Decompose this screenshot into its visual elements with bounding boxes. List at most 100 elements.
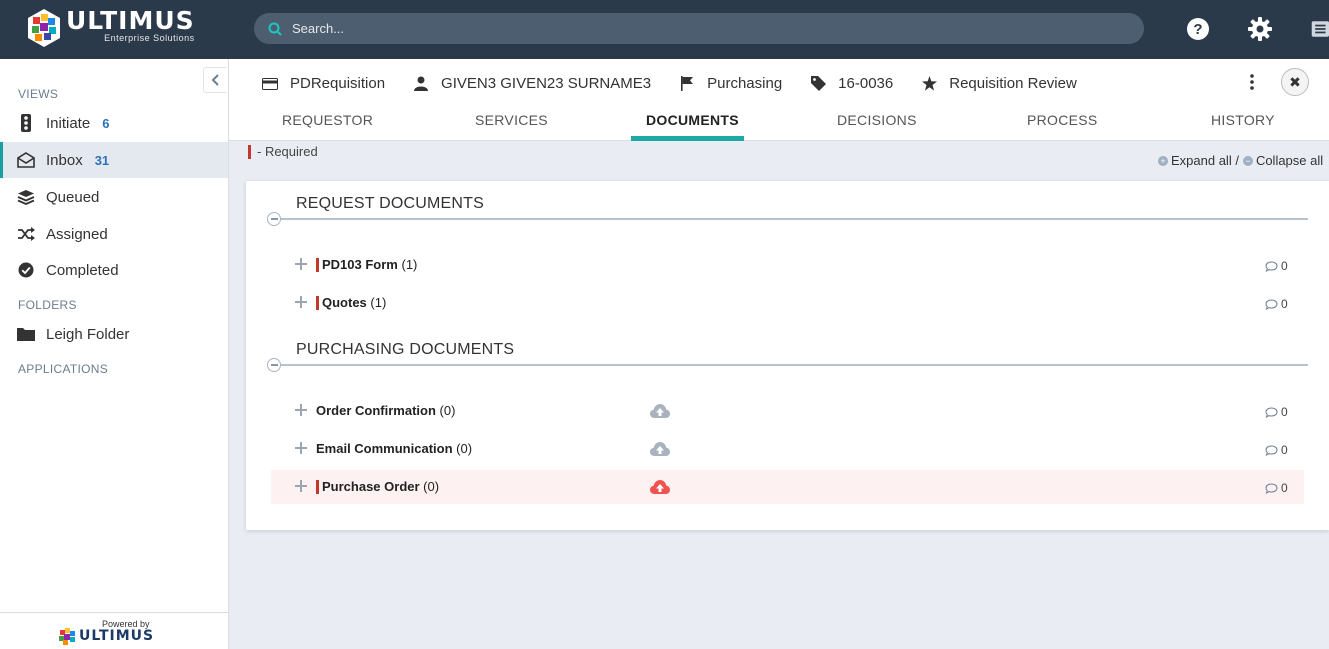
expand-plus-icon[interactable] — [295, 258, 307, 270]
document-count: (1) — [401, 257, 418, 272]
menu-icon[interactable] — [1310, 16, 1329, 42]
document-row-pd103-form[interactable]: PD103 Form (1) 0 — [271, 248, 1304, 282]
sidebar-footer: Powered by ULTIMUS — [0, 612, 228, 649]
cloud-upload-icon[interactable] — [649, 402, 671, 420]
flag-icon — [679, 76, 695, 92]
ultimus-cube-icon — [28, 9, 60, 47]
star-icon — [921, 76, 937, 92]
ultimus-logo[interactable]: ULTIMUS Enterprise Solutions — [26, 8, 195, 48]
applications-section-title: APPLICATIONS — [18, 362, 109, 376]
footer-ultimus-logo: ULTIMUS — [58, 627, 154, 645]
tab-requestor[interactable]: REQUESTOR — [282, 112, 373, 128]
more-options-icon[interactable] — [1242, 71, 1262, 93]
sidebar-item-leigh-folder[interactable]: Leigh Folder — [0, 316, 228, 352]
tab-history[interactable]: HISTORY — [1211, 112, 1275, 128]
ultimus-cube-icon — [59, 628, 75, 645]
process-info: PDRequisition — [262, 75, 385, 92]
card-icon — [262, 76, 278, 92]
sidebar-item-queued[interactable]: Queued — [0, 179, 228, 215]
sidebar-item-completed[interactable]: Completed — [0, 252, 228, 288]
folders-section-title: FOLDERS — [18, 298, 77, 312]
document-name: Email Communication — [316, 441, 453, 456]
logo-name: ULTIMUS — [66, 6, 195, 35]
document-row-email-communication[interactable]: Email Communication (0) 0 — [271, 432, 1304, 466]
user-icon — [413, 76, 429, 92]
sidebar-item-inbox[interactable]: Inbox 31 — [0, 142, 228, 178]
tab-decisions[interactable]: DECISIONS — [837, 112, 917, 128]
document-count: (0) — [439, 403, 456, 418]
chevron-left-icon — [211, 74, 219, 86]
document-row-purchase-order[interactable]: Purchase Order (0) 0 — [271, 470, 1304, 504]
sidebar-item-initiate[interactable]: Initiate 6 — [0, 105, 228, 141]
comment-icon — [1265, 260, 1278, 272]
close-button[interactable]: ✖ — [1281, 68, 1309, 96]
comments-count[interactable]: 0 — [1265, 405, 1288, 419]
user-info: GIVEN3 GIVEN23 SURNAME3 — [413, 75, 651, 92]
sidebar-item-label: Inbox — [46, 151, 83, 169]
comments-count[interactable]: 0 — [1265, 443, 1288, 457]
expand-plus-icon[interactable] — [295, 404, 307, 416]
search-box[interactable] — [254, 13, 1144, 44]
minus-circle-icon: − — [1242, 155, 1253, 166]
cloud-upload-icon[interactable] — [649, 478, 671, 496]
expand-plus-icon[interactable] — [295, 296, 307, 308]
settings-gear-icon[interactable] — [1247, 16, 1273, 42]
sidebar-item-label: Queued — [46, 188, 100, 206]
comments-count[interactable]: 0 — [1265, 481, 1288, 495]
traffic-light-icon — [17, 114, 35, 132]
tab-services[interactable]: SERVICES — [475, 112, 548, 128]
inbox-icon — [17, 151, 35, 169]
comments-count[interactable]: 0 — [1265, 297, 1288, 311]
sidebar-item-label: Completed — [46, 261, 119, 279]
required-legend: - Required — [248, 144, 318, 159]
request-number: 16-0036 — [838, 75, 894, 92]
department-name: Purchasing — [707, 75, 783, 92]
task-header: PDRequisition GIVEN3 GIVEN23 SURNAME3 Pu… — [229, 59, 1329, 141]
document-count: (0) — [423, 479, 440, 494]
group-title-purchasing-documents: PURCHASING DOCUMENTS — [296, 341, 515, 358]
inbox-count-badge: 31 — [94, 152, 110, 168]
group-divider — [270, 218, 1308, 220]
layers-icon — [17, 188, 35, 206]
process-name: PDRequisition — [290, 75, 386, 92]
expand-all-link[interactable]: Expand all / — [1171, 153, 1239, 168]
group-collapse-toggle[interactable] — [267, 212, 281, 226]
cloud-upload-icon[interactable] — [649, 440, 671, 458]
required-legend-text: - Required — [257, 144, 318, 159]
user-name: GIVEN3 GIVEN23 SURNAME3 — [441, 75, 652, 92]
document-name: Purchase Order — [322, 479, 420, 494]
sidebar-collapse-button[interactable] — [203, 67, 227, 93]
plus-circle-icon: + — [1158, 155, 1168, 166]
shuffle-icon — [17, 225, 35, 243]
top-bar: ULTIMUS Enterprise Solutions ? — [0, 0, 1329, 59]
expand-plus-icon[interactable] — [295, 442, 307, 454]
document-name: Order Confirmation — [316, 403, 436, 418]
expand-plus-icon[interactable] — [295, 480, 307, 492]
required-marker — [316, 258, 319, 272]
document-count: (0) — [456, 441, 473, 456]
comment-icon — [1265, 444, 1278, 456]
sidebar-item-label: Assigned — [46, 225, 108, 243]
tab-documents[interactable]: DOCUMENTS — [646, 112, 739, 128]
document-name: Quotes — [322, 295, 367, 310]
svg-text:?: ? — [1193, 21, 1202, 38]
sidebar: VIEWS Initiate 6 Inbox 31 Queued Assigne… — [0, 59, 229, 649]
required-marker — [316, 296, 319, 310]
comments-count[interactable]: 0 — [1265, 259, 1288, 273]
search-input[interactable] — [292, 21, 1092, 36]
sidebar-item-assigned[interactable]: Assigned — [0, 216, 228, 252]
document-row-order-confirmation[interactable]: Order Confirmation (0) 0 — [271, 394, 1304, 428]
comment-icon — [1265, 298, 1278, 310]
document-row-quotes[interactable]: Quotes (1) 0 — [271, 286, 1304, 320]
help-icon[interactable]: ? — [1185, 16, 1211, 42]
department-info: Purchasing — [679, 75, 782, 92]
collapse-all-link[interactable]: Collapse all — [1256, 153, 1323, 168]
comment-icon — [1265, 406, 1278, 418]
group-collapse-toggle[interactable] — [267, 358, 281, 372]
active-tab-indicator — [631, 136, 744, 141]
tab-process[interactable]: PROCESS — [1027, 112, 1098, 128]
group-divider — [270, 364, 1308, 366]
group-title-request-documents: REQUEST DOCUMENTS — [296, 195, 485, 212]
required-marker — [248, 144, 251, 159]
tag-icon — [810, 76, 826, 92]
